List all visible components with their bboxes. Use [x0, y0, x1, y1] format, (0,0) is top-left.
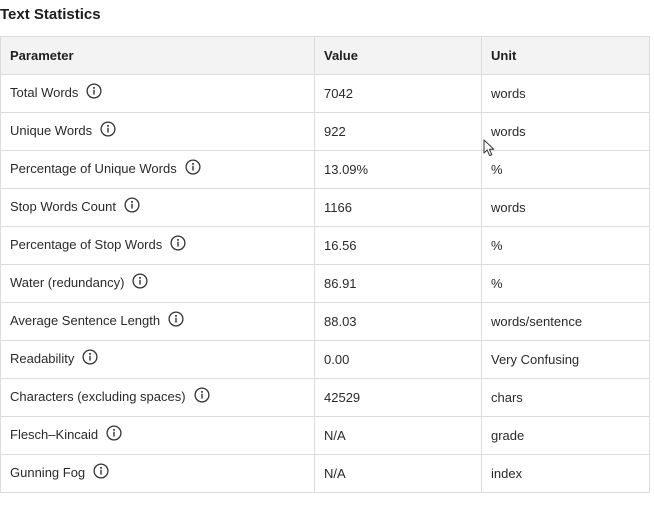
info-icon[interactable]	[194, 387, 210, 403]
table-row: Percentage of Stop Words 16.56%	[0, 226, 650, 265]
info-icon[interactable]	[93, 463, 109, 479]
unit-cell: %	[481, 150, 650, 189]
parameter-cell: Total Words	[0, 74, 315, 113]
value-cell: 42529	[314, 378, 482, 417]
info-icon[interactable]	[106, 425, 122, 441]
info-icon[interactable]	[124, 197, 140, 213]
value-cell: 1166	[314, 188, 482, 227]
unit-cell: index	[481, 454, 650, 493]
info-icon[interactable]	[86, 83, 102, 99]
value-cell: 86.91	[314, 264, 482, 303]
table-row: Total Words 7042 words	[0, 74, 650, 113]
table-row: Readability 0.00 Very Confusing	[0, 340, 650, 379]
parameter-cell: Gunning Fog	[0, 454, 315, 493]
value-cell: 7042	[314, 74, 482, 113]
value-cell: 0.00	[314, 340, 482, 379]
column-header-unit: Unit	[481, 36, 650, 75]
parameter-label: Water (redundancy)	[10, 275, 125, 291]
parameter-label: Characters (excluding spaces)	[10, 389, 186, 405]
column-header-value: Value	[314, 36, 482, 75]
value-cell: 13.09%	[314, 150, 482, 189]
parameter-label: Readability	[10, 351, 75, 367]
table-row: Gunning Fog N/A index	[0, 454, 650, 493]
parameter-cell: Characters (excluding spaces)	[0, 378, 315, 417]
table-header-row: Parameter Value Unit	[0, 36, 650, 75]
value-cell: N/A	[314, 416, 482, 455]
info-icon[interactable]	[170, 235, 186, 251]
value-cell: N/A	[314, 454, 482, 493]
parameter-label: Unique Words	[10, 123, 93, 139]
unit-cell: words	[481, 74, 650, 113]
parameter-cell: Unique Words	[0, 112, 315, 151]
value-cell: 16.56	[314, 226, 482, 265]
table-row: Characters (excluding spaces) 42529 chars	[0, 378, 650, 417]
table-row: Water (redundancy) 86.91%	[0, 264, 650, 303]
info-icon[interactable]	[82, 349, 98, 365]
parameter-cell: Percentage of Stop Words	[0, 226, 315, 265]
unit-cell: words	[481, 112, 650, 151]
unit-cell: Very Confusing	[481, 340, 650, 379]
parameter-cell: Percentage of Unique Words	[0, 150, 315, 189]
text-statistics-table: Parameter Value Unit Total Words 7042 word…	[0, 36, 650, 493]
parameter-cell: Readability	[0, 340, 315, 379]
unit-cell: %	[481, 264, 650, 303]
table-row: Average Sentence Length 88.03 words/senten…	[0, 302, 650, 341]
info-icon[interactable]	[100, 121, 116, 137]
unit-cell: chars	[481, 378, 650, 417]
parameter-cell: Water (redundancy)	[0, 264, 315, 303]
parameter-label: Stop Words Count	[10, 199, 116, 215]
parameter-cell: Stop Words Count	[0, 188, 315, 227]
parameter-label: Flesch–Kincaid	[10, 427, 99, 443]
parameter-label: Total Words	[10, 85, 79, 101]
page-title: Text Statistics	[0, 6, 101, 23]
info-icon[interactable]	[185, 159, 201, 175]
value-cell: 88.03	[314, 302, 482, 341]
table-body: Total Words 7042 words Unique Words 922 words…	[0, 74, 650, 493]
parameter-cell: Flesch–Kincaid	[0, 416, 315, 455]
info-icon[interactable]	[168, 311, 184, 327]
table-row: Stop Words Count 1166 words	[0, 188, 650, 227]
parameter-label: Gunning Fog	[10, 465, 86, 481]
table-row: Percentage of Unique Words 13.09%%	[0, 150, 650, 189]
parameter-label: Percentage of Stop Words	[10, 237, 163, 253]
info-icon[interactable]	[132, 273, 148, 289]
unit-cell: words/sentence	[481, 302, 650, 341]
parameter-cell: Average Sentence Length	[0, 302, 315, 341]
unit-cell: words	[481, 188, 650, 227]
unit-cell: %	[481, 226, 650, 265]
column-header-parameter: Parameter	[0, 36, 315, 75]
value-cell: 922	[314, 112, 482, 151]
table-row: Unique Words 922 words	[0, 112, 650, 151]
table-row: Flesch–Kincaid N/A grade	[0, 416, 650, 455]
unit-cell: grade	[481, 416, 650, 455]
parameter-label: Average Sentence Length	[10, 313, 161, 329]
parameter-label: Percentage of Unique Words	[10, 161, 177, 177]
